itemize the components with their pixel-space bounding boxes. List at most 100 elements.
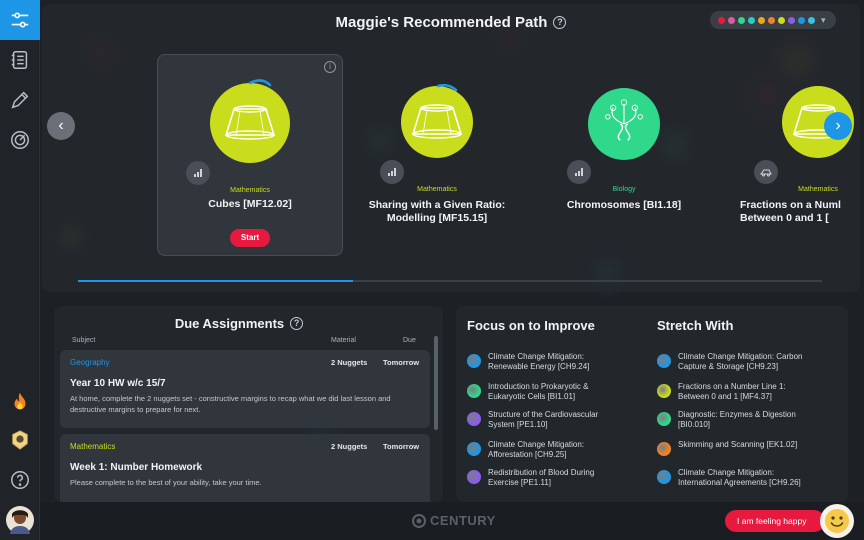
topic-label: Diagnostic: Enzymes & Digestion [BI0.010… bbox=[678, 410, 796, 429]
assignment-due: Tomorrow bbox=[383, 358, 420, 367]
theme-color-swatch[interactable] bbox=[808, 16, 815, 24]
sidebar-item-edit[interactable] bbox=[0, 80, 40, 120]
assignment-description: At home, complete the 2 nuggets set - co… bbox=[70, 394, 391, 414]
focus-topic-item[interactable]: Redistribution of Blood During Exercise … bbox=[467, 468, 647, 488]
header-material: Material bbox=[331, 337, 356, 344]
topic-label: Climate Change Mitigation: Renewable Ene… bbox=[488, 352, 590, 371]
course-subject: Mathematics bbox=[230, 187, 270, 194]
chevron-right-icon: › bbox=[835, 117, 841, 134]
improve-panel: Focus on to Improve Stretch With Climate… bbox=[456, 306, 848, 502]
level-button[interactable] bbox=[186, 161, 210, 185]
assignment-material: 2 Nuggets bbox=[331, 442, 368, 451]
stretch-title: Stretch With bbox=[657, 318, 734, 333]
sliders-icon bbox=[11, 12, 29, 28]
course-name: Fractions on a Numl Between 0 and 1 [ bbox=[740, 199, 841, 224]
brand-logo: CENTURY bbox=[412, 513, 496, 528]
sidebar-item-notes[interactable] bbox=[0, 40, 40, 80]
stretch-topic-item[interactable]: Skimming and Scanning [EK1.02] bbox=[657, 440, 837, 456]
start-button[interactable]: Start bbox=[230, 229, 270, 247]
flame-icon bbox=[14, 392, 26, 410]
focus-title: Focus on to Improve bbox=[467, 318, 595, 333]
path-scrollbar[interactable] bbox=[78, 280, 822, 282]
sidebar-item-badge[interactable] bbox=[0, 420, 40, 460]
focus-topic-item[interactable]: Climate Change Mitigation: Renewable Ene… bbox=[467, 352, 647, 372]
progress-arc bbox=[248, 79, 272, 87]
assignment-due: Tomorrow bbox=[383, 442, 420, 451]
vehicle-icon bbox=[760, 169, 772, 177]
focus-topic-item[interactable]: Structure of the Cardiovascular System [… bbox=[467, 410, 647, 430]
sidebar-item-streak[interactable] bbox=[0, 382, 40, 422]
theme-color-swatch[interactable] bbox=[738, 16, 745, 24]
theme-color-swatch[interactable] bbox=[798, 16, 805, 24]
assignment-description: Please complete to the best of your abil… bbox=[70, 478, 262, 487]
chevron-down-icon: ▾ bbox=[821, 14, 826, 25]
level-button[interactable] bbox=[754, 160, 778, 184]
due-help-icon[interactable]: ? bbox=[290, 317, 304, 330]
level-button[interactable] bbox=[567, 160, 591, 184]
theme-color-picker[interactable]: ▾ bbox=[710, 11, 836, 29]
theme-color-swatch[interactable] bbox=[788, 16, 795, 24]
focus-topic-item[interactable]: Climate Change Mitigation: Afforestation… bbox=[467, 440, 647, 460]
topic-label: Fractions on a Number Line 1: Between 0 … bbox=[678, 382, 786, 401]
theme-color-swatch[interactable] bbox=[758, 16, 765, 24]
course-image-chromosomes bbox=[588, 88, 660, 160]
assignment-name: Week 1: Number Homework bbox=[70, 462, 203, 473]
info-icon[interactable]: i bbox=[324, 61, 336, 73]
stretch-topic-item[interactable]: Climate Change Mitigation: Carbon Captur… bbox=[657, 352, 837, 372]
topic-icon bbox=[657, 470, 671, 484]
progress-arc bbox=[436, 83, 458, 92]
signal-icon bbox=[194, 169, 202, 177]
theme-color-swatch[interactable] bbox=[718, 16, 725, 24]
stretch-topic-item[interactable]: Climate Change Mitigation: International… bbox=[657, 468, 837, 488]
sidebar-item-path[interactable] bbox=[0, 0, 40, 40]
topic-icon bbox=[467, 470, 481, 484]
assignment-subject: Mathematics bbox=[70, 442, 116, 451]
topic-icon bbox=[467, 384, 481, 398]
mood-button[interactable]: I am feeling happy bbox=[725, 510, 825, 532]
topic-icon bbox=[467, 354, 481, 368]
assignment-subject: Geography bbox=[70, 358, 110, 367]
sidebar-item-dashboard[interactable] bbox=[0, 120, 40, 160]
path-scrollbar-thumb[interactable] bbox=[78, 280, 354, 282]
sidebar-item-help[interactable] bbox=[0, 460, 40, 500]
path-help-icon[interactable]: ? bbox=[553, 16, 567, 29]
theme-color-swatch[interactable] bbox=[748, 16, 755, 24]
course-card[interactable]: i Mathematics Cubes [MF12.02] Start bbox=[157, 54, 343, 256]
topic-label: Climate Change Mitigation: Afforestation… bbox=[488, 440, 585, 459]
due-scrollbar[interactable] bbox=[434, 336, 438, 430]
assignment-card[interactable]: Geography 2 Nuggets Tomorrow Year 10 HW … bbox=[60, 350, 430, 428]
path-next-button[interactable]: › bbox=[824, 112, 852, 140]
path-prev-button[interactable]: ‹ bbox=[47, 112, 75, 140]
dna-tree-icon bbox=[588, 88, 660, 160]
help-icon bbox=[11, 471, 29, 489]
course-name: Chromosomes [BI1.18] bbox=[566, 199, 682, 211]
sidebar-item-profile[interactable] bbox=[0, 500, 40, 540]
theme-color-swatch[interactable] bbox=[728, 16, 735, 24]
topic-icon bbox=[467, 412, 481, 426]
course-card[interactable]: Mathematics Sharing with a Given Ratio: … bbox=[344, 54, 530, 256]
stretch-topic-item[interactable]: Fractions on a Number Line 1: Between 0 … bbox=[657, 382, 837, 402]
signal-icon bbox=[575, 168, 583, 176]
theme-color-swatch[interactable] bbox=[778, 16, 785, 24]
course-name: Cubes [MF12.02] bbox=[208, 198, 292, 210]
level-button[interactable] bbox=[380, 160, 404, 184]
topic-label: Introduction to Prokaryotic & Eukaryotic… bbox=[488, 382, 589, 401]
header-due: Due bbox=[403, 337, 416, 344]
chevron-left-icon: ‹ bbox=[58, 117, 64, 134]
bottom-bar: CENTURY I am feeling happy bbox=[40, 502, 864, 540]
topic-label: Redistribution of Blood During Exercise … bbox=[488, 468, 595, 487]
happy-face-icon[interactable] bbox=[820, 504, 854, 538]
stretch-topic-item[interactable]: Diagnostic: Enzymes & Digestion [BI0.010… bbox=[657, 410, 837, 430]
century-logo-icon bbox=[412, 513, 426, 528]
theme-color-swatch[interactable] bbox=[768, 16, 775, 24]
due-assignments-title: Due Assignments? bbox=[54, 316, 424, 331]
topic-icon bbox=[657, 354, 671, 368]
course-card[interactable]: Mathematics Fractions on a Numl Between … bbox=[722, 54, 860, 256]
course-card[interactable]: Biology Chromosomes [BI1.18] bbox=[531, 54, 717, 256]
assignment-material: 2 Nuggets bbox=[331, 358, 368, 367]
assignment-card[interactable]: Mathematics 2 Nuggets Tomorrow Week 1: N… bbox=[60, 434, 430, 502]
topic-icon bbox=[657, 442, 671, 456]
focus-topic-item[interactable]: Introduction to Prokaryotic & Eukaryotic… bbox=[467, 382, 647, 402]
badge-icon bbox=[12, 430, 28, 450]
topic-label: Structure of the Cardiovascular System [… bbox=[488, 410, 599, 429]
